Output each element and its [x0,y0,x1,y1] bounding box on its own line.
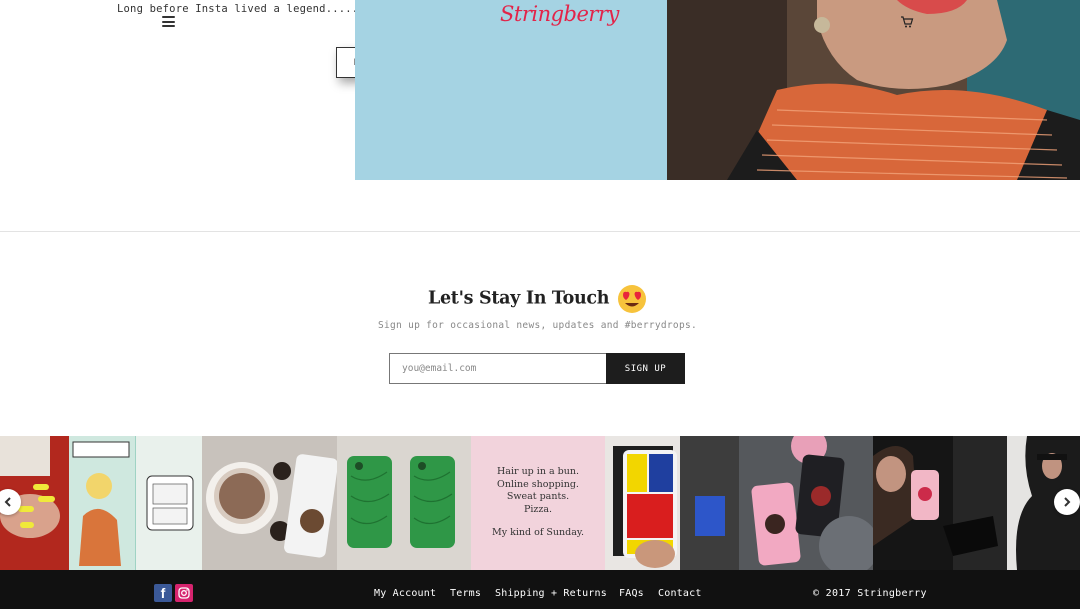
gallery-tile[interactable] [873,436,1007,570]
heart-eyes-emoji-icon [618,285,647,313]
shopping-cart-icon[interactable] [900,15,914,29]
hero-photo [667,0,1080,180]
quote-line: Pizza. [523,503,553,515]
newsletter-title: Let's Stay In Touch [0,284,1075,314]
gallery-tile[interactable] [337,436,471,570]
email-field[interactable] [389,353,606,384]
hamburger-menu-icon[interactable] [162,16,175,27]
gallery-tile[interactable] [605,436,739,570]
chevron-left-icon [4,497,11,507]
chevron-right-icon [1064,497,1071,507]
instagram-icon[interactable] [175,584,193,602]
facebook-icon[interactable]: f [154,584,172,602]
newsletter-subtitle: Sign up for occasional news, updates and… [377,320,698,331]
quote-line: Online shopping. [497,478,579,490]
instagram-gallery: Hair up in a bun. Online shopping. Sweat… [0,436,1080,570]
gallery-tile[interactable] [202,436,337,570]
footer-link-faqs[interactable]: FAQs [619,588,644,599]
newsletter-title-text: Let's Stay In Touch [427,288,610,309]
footer-link-terms[interactable]: Terms [450,588,481,599]
gallery-next-button[interactable] [1054,489,1080,515]
copyright: © 2017 Stringberry [813,588,927,599]
footer-link-contact[interactable]: Contact [658,588,702,599]
quote-line: Sweat pants. [506,491,570,503]
footer-link-my-account[interactable]: My Account [374,588,436,599]
sign-up-button[interactable]: SIGN UP [606,353,685,384]
gallery-quote: Hair up in a bun. Online shopping. Sweat… [492,466,584,540]
gallery-quote-tile[interactable]: Hair up in a bun. Online shopping. Sweat… [471,436,605,570]
quote-line: Hair up in a bun. [497,466,579,478]
brand-logo[interactable]: Stringberry [500,2,619,26]
gallery-tile[interactable] [739,436,873,570]
footer-link-shipping-returns[interactable]: Shipping + Returns [495,588,607,599]
hero-blue-panel [355,0,667,180]
quote-line: My kind of Sunday. [492,527,584,539]
gallery-tile[interactable] [69,436,202,570]
section-divider [0,231,1080,232]
